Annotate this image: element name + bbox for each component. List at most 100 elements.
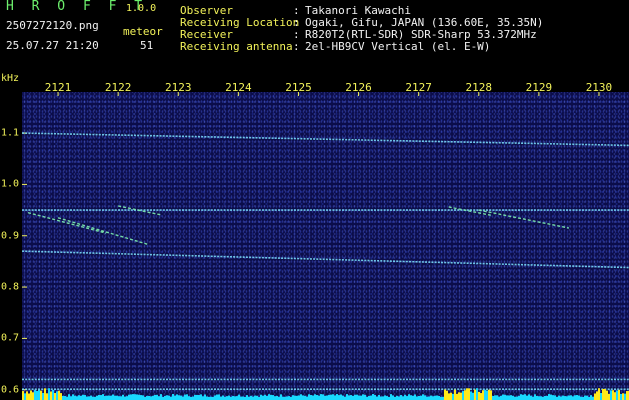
level-bar (586, 395, 588, 400)
level-bar (318, 395, 320, 400)
level-bar (104, 396, 106, 400)
level-bar (482, 390, 484, 400)
level-bar (488, 389, 490, 400)
level-bar (352, 395, 354, 400)
y-tick-label: 0.8 (1, 281, 20, 293)
level-bar (146, 396, 148, 400)
level-bar (164, 395, 166, 400)
level-bar (540, 396, 542, 400)
level-bar (54, 392, 56, 400)
level-bar (48, 388, 50, 400)
level-bar (120, 396, 122, 400)
level-bar (78, 395, 80, 400)
level-bar (484, 389, 486, 400)
level-bar (236, 396, 238, 400)
level-bar (310, 395, 312, 400)
level-bar (136, 394, 138, 400)
level-bar (408, 394, 410, 400)
level-bar (520, 394, 522, 400)
level-bar (58, 390, 60, 400)
level-bar (308, 394, 310, 400)
level-bar (56, 391, 58, 400)
level-bar (626, 391, 628, 400)
level-bar (274, 396, 276, 400)
level-bar (218, 394, 220, 400)
level-bar (534, 394, 536, 400)
y-tick-label: 1.1 (1, 127, 20, 139)
level-bar (372, 394, 374, 400)
level-bar (112, 394, 114, 400)
level-bar (292, 395, 294, 400)
level-bar (370, 395, 372, 400)
level-bar (32, 392, 34, 400)
level-bar (336, 394, 338, 400)
level-bar (432, 396, 434, 400)
level-bar (50, 391, 52, 400)
level-bar (60, 393, 62, 400)
level-bar (250, 395, 252, 400)
level-bar (158, 396, 160, 400)
level-bar (402, 396, 404, 400)
level-bar (450, 392, 452, 400)
level-bar (364, 394, 366, 400)
level-bar (516, 396, 518, 400)
level-bar (538, 396, 540, 400)
level-bar (400, 395, 402, 400)
capture-datetime: 25.07.27 21:20 (6, 39, 99, 52)
level-bar (468, 388, 470, 400)
level-bar (590, 395, 592, 400)
level-bar (242, 396, 244, 400)
level-bar (126, 396, 128, 400)
level-bar (458, 392, 460, 400)
level-bar (508, 395, 510, 400)
level-bar (600, 392, 602, 400)
level-bar (168, 395, 170, 400)
level-bar (614, 392, 616, 400)
level-bar (560, 396, 562, 400)
level-bar (102, 394, 104, 400)
meteor-label: meteor (123, 25, 163, 38)
level-bar (460, 392, 462, 400)
level-bar (30, 390, 32, 400)
level-bar (82, 394, 84, 400)
level-bar (624, 393, 626, 400)
level-bar (198, 395, 200, 400)
level-bar (326, 395, 328, 400)
level-bar (572, 396, 574, 400)
level-bar (454, 389, 456, 400)
level-bar (298, 395, 300, 400)
level-bar (84, 395, 86, 400)
level-bar (342, 395, 344, 400)
level-bar (254, 395, 256, 400)
level-bar (486, 390, 488, 400)
level-bar (108, 395, 110, 400)
level-bar (406, 396, 408, 400)
level-bar (382, 396, 384, 400)
level-bar (544, 395, 546, 400)
level-bar (554, 395, 556, 400)
level-bar (96, 395, 98, 400)
level-bar (86, 396, 88, 400)
level-bar (620, 393, 622, 400)
level-bar (438, 396, 440, 400)
level-bar (428, 396, 430, 400)
level-bar (390, 394, 392, 400)
level-bar (548, 394, 550, 400)
level-bar (424, 395, 426, 400)
level-bar (188, 396, 190, 400)
level-bar (464, 390, 466, 400)
level-bar (546, 395, 548, 400)
level-bar (568, 395, 570, 400)
level-bar (246, 395, 248, 400)
level-bar (616, 390, 618, 400)
level-bar (418, 395, 420, 400)
y-axis-unit: kHz (1, 73, 20, 84)
level-bar (22, 391, 24, 400)
app-version: 1.0.0 (126, 3, 157, 14)
level-bar (184, 394, 186, 400)
level-bar (180, 395, 182, 400)
level-bar (106, 395, 108, 400)
level-bar (238, 394, 240, 400)
level-bar (476, 388, 478, 400)
level-bar (154, 394, 156, 400)
